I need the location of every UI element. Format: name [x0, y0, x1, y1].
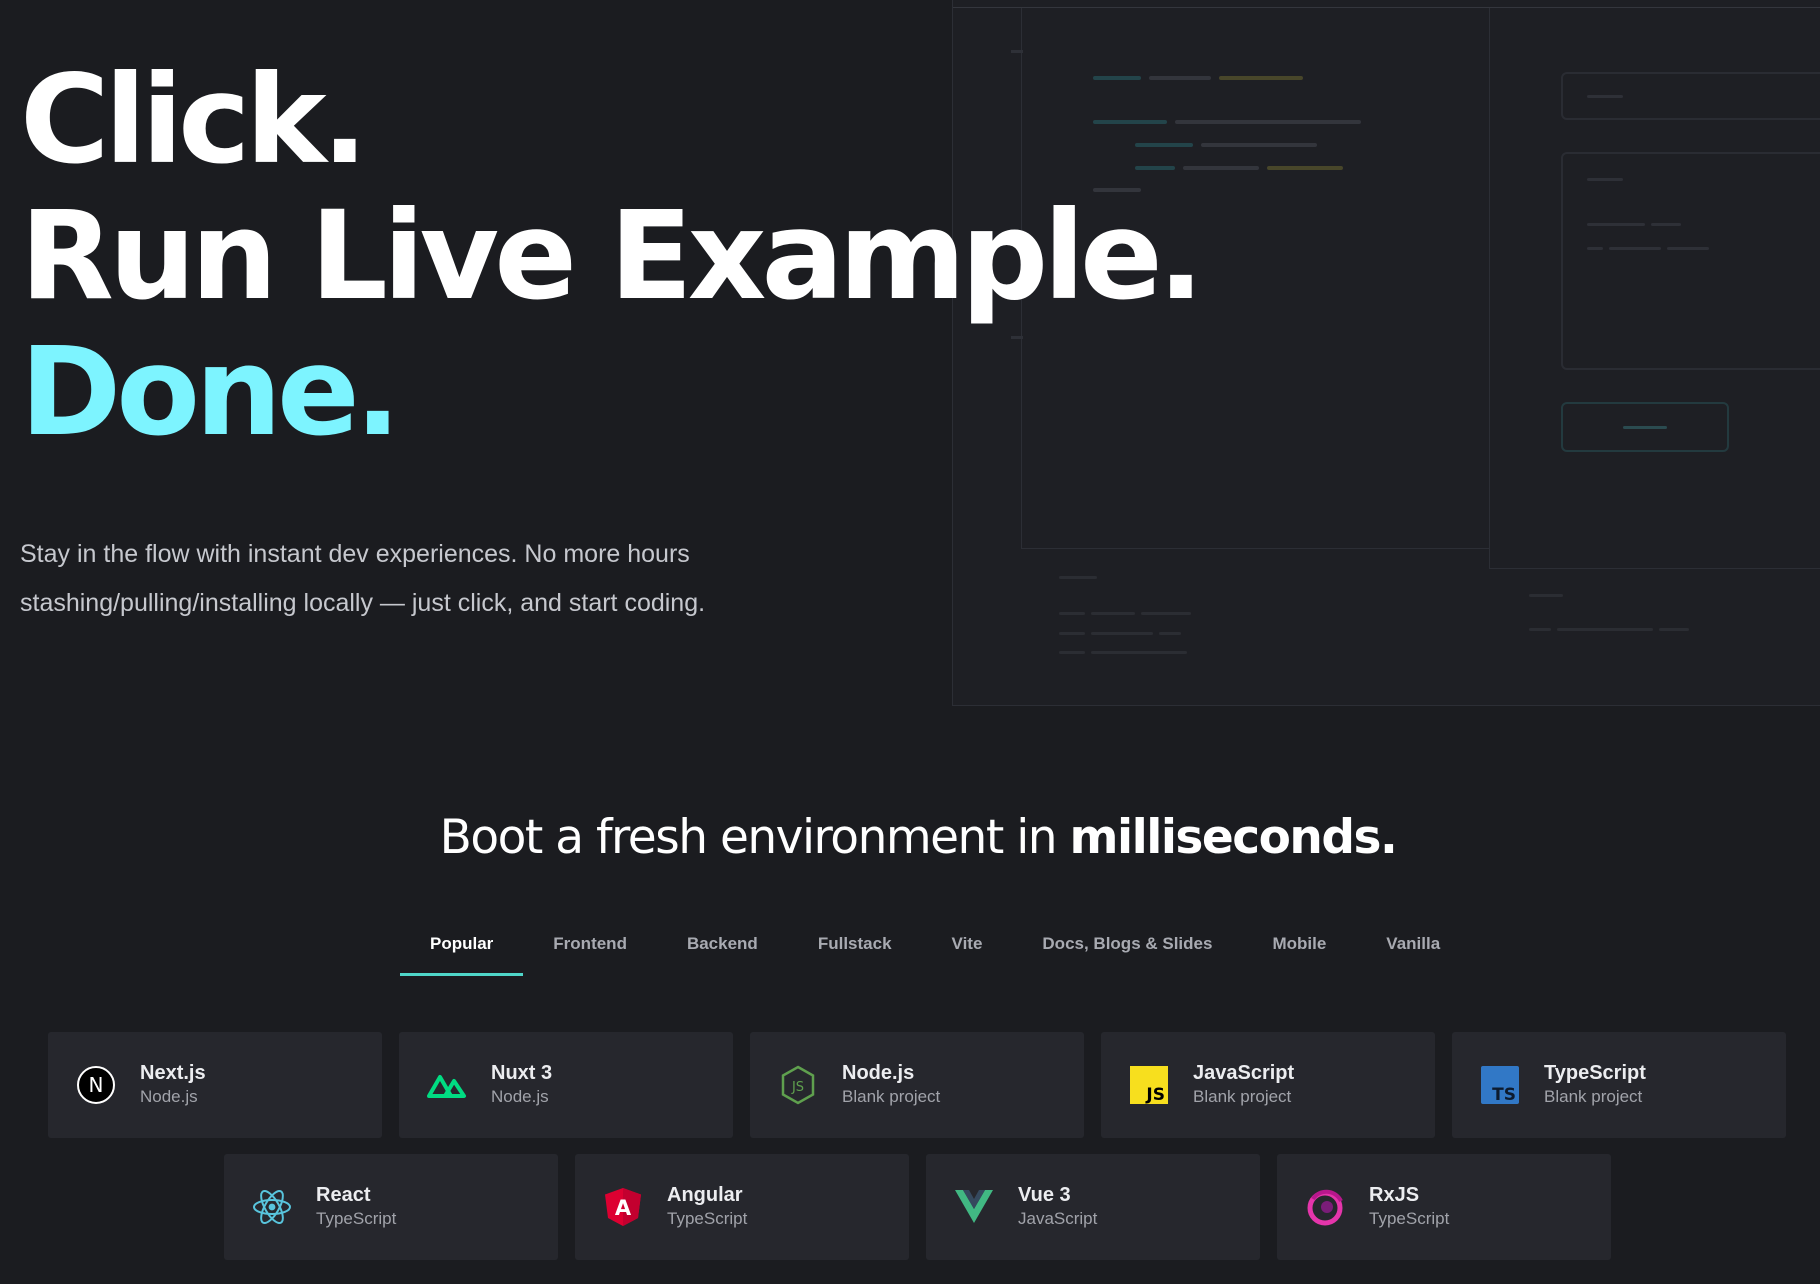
- javascript-icon: JS: [1129, 1065, 1169, 1105]
- boot-title-bold: milliseconds.: [1069, 810, 1398, 865]
- boot-title-prefix: Boot a fresh environment in: [439, 810, 1058, 865]
- template-name: Angular: [667, 1184, 743, 1206]
- svg-text:TS: TS: [1492, 1085, 1516, 1104]
- template-meta: Node.js: [491, 1087, 549, 1106]
- template-name: RxJS: [1369, 1184, 1420, 1206]
- tab-vanilla[interactable]: Vanilla: [1356, 922, 1470, 976]
- template-card-react[interactable]: React TypeScript: [224, 1154, 558, 1260]
- template-card-javascript[interactable]: JS JavaScript Blank project: [1101, 1032, 1435, 1138]
- tab-vite[interactable]: Vite: [922, 922, 1013, 976]
- template-card-nuxt[interactable]: Nuxt 3 Node.js: [399, 1032, 733, 1138]
- template-card-nextjs[interactable]: N Next.js Node.js: [48, 1032, 382, 1138]
- template-cards-row-1: N Next.js Node.js Nuxt 3 Node.js JS Node…: [48, 1032, 1786, 1138]
- template-name: TypeScript: [1544, 1062, 1646, 1084]
- hero-section: Click. Run Live Example. Done. Stay in t…: [0, 0, 1820, 720]
- hero-subtitle-line-1: Stay in the flow with instant dev experi…: [20, 540, 690, 568]
- template-meta: TypeScript: [667, 1209, 748, 1228]
- nextjs-icon: N: [76, 1065, 116, 1105]
- rxjs-icon: [1305, 1187, 1345, 1227]
- svg-text:JS: JS: [791, 1080, 804, 1095]
- template-meta: TypeScript: [1369, 1209, 1450, 1228]
- hero-subtitle: Stay in the flow with instant dev experi…: [20, 530, 780, 628]
- template-name: Node.js: [842, 1062, 915, 1084]
- boot-section-title: Boot a fresh environment in milliseconds…: [0, 810, 1820, 865]
- svg-text:A: A: [615, 1196, 632, 1220]
- headline-line-run: Run Live Example.: [20, 185, 1204, 327]
- svg-text:JS: JS: [1145, 1085, 1165, 1104]
- template-name: Nuxt 3: [491, 1062, 553, 1084]
- template-meta: JavaScript: [1018, 1209, 1098, 1228]
- hero-subtitle-line-2: stashing/pulling/installing locally — ju…: [20, 589, 706, 617]
- template-card-typescript[interactable]: TS TypeScript Blank project: [1452, 1032, 1786, 1138]
- tab-popular[interactable]: Popular: [400, 922, 524, 976]
- template-card-rxjs[interactable]: RxJS TypeScript: [1277, 1154, 1611, 1260]
- vue-icon: [954, 1187, 994, 1227]
- template-name: JavaScript: [1193, 1062, 1295, 1084]
- template-name: React: [316, 1184, 371, 1206]
- template-meta: TypeScript: [316, 1209, 397, 1228]
- nuxt-icon: [427, 1065, 467, 1105]
- tab-mobile[interactable]: Mobile: [1242, 922, 1356, 976]
- template-meta: Blank project: [1193, 1087, 1292, 1106]
- template-name: Next.js: [140, 1062, 206, 1084]
- react-icon: [252, 1187, 292, 1227]
- template-card-nodejs[interactable]: JS Node.js Blank project: [750, 1032, 1084, 1138]
- template-card-vue[interactable]: Vue 3 JavaScript: [926, 1154, 1260, 1260]
- nodejs-icon: JS: [778, 1065, 818, 1105]
- tab-docs-blogs-slides[interactable]: Docs, Blogs & Slides: [1012, 922, 1242, 976]
- template-cards-row-2: React TypeScript A Angular TypeScript Vu…: [224, 1154, 1611, 1260]
- hero-headline: Click. Run Live Example. Done.: [20, 49, 1204, 463]
- template-meta: Node.js: [140, 1087, 198, 1106]
- angular-icon: A: [603, 1187, 643, 1227]
- tab-backend[interactable]: Backend: [657, 922, 788, 976]
- template-meta: Blank project: [1544, 1087, 1643, 1106]
- typescript-icon: TS: [1480, 1065, 1520, 1105]
- headline-line-done: Done.: [20, 321, 401, 463]
- headline-line-click: Click.: [20, 49, 368, 191]
- template-meta: Blank project: [842, 1087, 941, 1106]
- tab-fullstack[interactable]: Fullstack: [788, 922, 922, 976]
- template-name: Vue 3: [1018, 1184, 1071, 1206]
- tab-frontend[interactable]: Frontend: [523, 922, 657, 976]
- svg-text:N: N: [89, 1073, 104, 1097]
- template-category-tabs: Popular Frontend Backend Fullstack Vite …: [400, 922, 1470, 976]
- template-card-angular[interactable]: A Angular TypeScript: [575, 1154, 909, 1260]
